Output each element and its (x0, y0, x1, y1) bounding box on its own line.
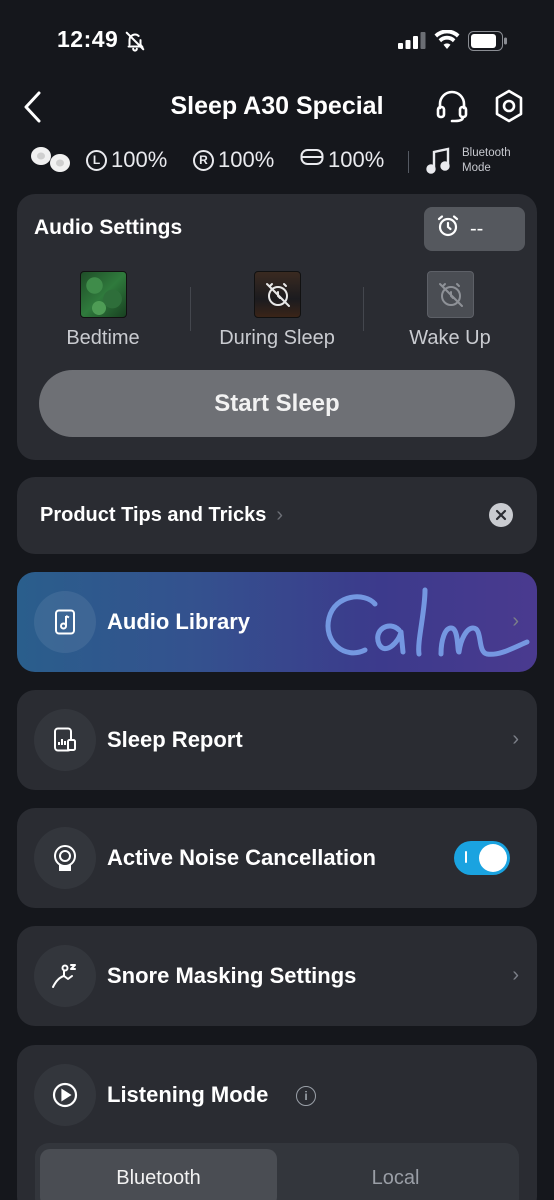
sleep-report-card[interactable]: Sleep Report › (17, 690, 537, 790)
anc-card: Active Noise Cancellation (17, 808, 537, 908)
info-icon[interactable]: i (296, 1086, 316, 1106)
toggle-knob (479, 844, 507, 872)
close-icon[interactable] (489, 503, 513, 527)
wifi-icon (434, 29, 460, 55)
alarm-value: -- (470, 217, 484, 240)
snore-masking-card[interactable]: Snore Masking Settings › (17, 926, 537, 1026)
anc-label: Active Noise Cancellation (107, 845, 376, 870)
charging-case-icon (300, 147, 324, 173)
sleep-report-label: Sleep Report (107, 727, 243, 752)
sleep-report-icon (34, 709, 96, 771)
right-bud-battery: R 100% (193, 147, 274, 173)
settings-gear-icon[interactable] (492, 88, 526, 129)
tab-wake-up[interactable]: Wake Up (377, 327, 523, 350)
noise-cancellation-icon (34, 827, 96, 889)
cellular-signal-icon (398, 32, 426, 54)
toggle-on-mark (465, 851, 467, 863)
alarm-button[interactable]: -- (424, 207, 525, 251)
music-note-icon (426, 147, 452, 180)
bedtime-thumbnail[interactable] (80, 271, 127, 318)
headset-icon[interactable] (434, 88, 470, 129)
music-file-icon (34, 591, 96, 653)
segment-bluetooth[interactable]: Bluetooth (40, 1149, 277, 1200)
listening-mode-segment: Bluetooth Local (35, 1143, 519, 1200)
product-tips-card[interactable]: Product Tips and Tricks › (17, 477, 537, 554)
chevron-right-icon: › (276, 504, 284, 526)
chevron-right-icon: › (512, 728, 519, 750)
battery-icon (468, 31, 508, 56)
audio-settings-title: Audio Settings (34, 216, 183, 239)
left-bud-battery-value: 100% (111, 147, 168, 172)
product-tips-link[interactable]: Product Tips and Tricks › (40, 504, 283, 527)
start-sleep-button[interactable]: Start Sleep (39, 370, 515, 437)
anc-toggle[interactable] (454, 841, 510, 875)
play-circle-icon (34, 1064, 96, 1126)
tab-during-sleep[interactable]: During Sleep (197, 327, 357, 350)
left-bud-battery: L 100% (86, 147, 167, 173)
listening-mode-label: Listening Mode (107, 1082, 269, 1107)
bell-muted-icon (124, 30, 146, 57)
snore-masking-label: Snore Masking Settings (107, 963, 357, 988)
right-bud-battery-value: 100% (218, 147, 275, 172)
product-tips-label: Product Tips and Tricks (40, 504, 267, 526)
case-battery: 100% (300, 147, 384, 173)
case-battery-value: 100% (328, 147, 385, 172)
right-bud-icon: R (193, 149, 214, 171)
earbuds-icon (27, 143, 75, 180)
divider (190, 287, 191, 331)
tab-bedtime[interactable]: Bedtime (30, 327, 176, 350)
chevron-right-icon: › (512, 610, 519, 632)
calm-logo (317, 582, 532, 667)
audio-settings-card: Audio Settings -- Bedtime During Sleep W… (17, 194, 537, 460)
wake-up-thumbnail[interactable] (427, 271, 474, 318)
page-title: Sleep A30 Special (170, 92, 384, 120)
segment-local[interactable]: Local (277, 1149, 514, 1200)
left-bud-icon: L (86, 149, 107, 171)
alarm-clock-icon (436, 214, 460, 244)
bluetooth-mode-label: Bluetooth Mode (462, 147, 511, 174)
listening-mode-card: Listening Mode i Bluetooth Local (17, 1045, 537, 1200)
divider (363, 287, 364, 331)
divider (408, 151, 409, 173)
snore-icon (34, 945, 96, 1007)
chevron-right-icon: › (512, 964, 519, 986)
during-sleep-thumbnail[interactable] (254, 271, 301, 318)
status-time: 12:49 (57, 26, 119, 52)
audio-library-card[interactable]: Audio Library › (17, 572, 537, 672)
audio-library-label: Audio Library (107, 609, 251, 634)
